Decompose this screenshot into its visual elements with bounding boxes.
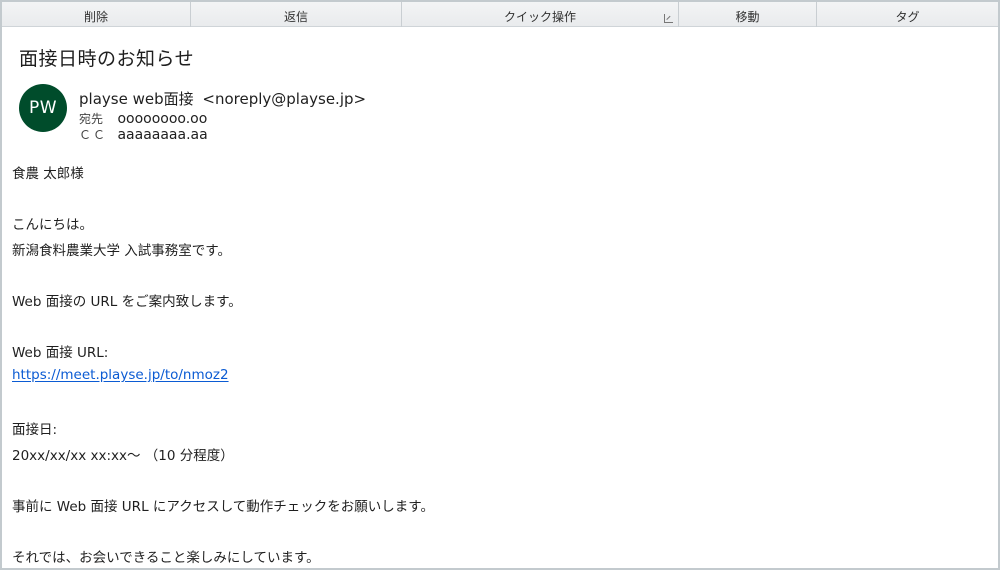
body-request: 事前に Web 面接 URL にアクセスして動作チェックをお願いします。 bbox=[12, 499, 434, 515]
body-intro: 新潟食料農業大学 入試事務室です。 bbox=[12, 243, 231, 259]
body-url-line: https://meet.playse.jp/to/nmoz2 bbox=[12, 367, 229, 383]
ribbon-group-quick-steps-label: クイック操作 bbox=[503, 10, 576, 24]
cc-label: ＣＣ bbox=[79, 128, 108, 142]
ribbon-group-move[interactable]: 移動 bbox=[679, 2, 817, 27]
ribbon-group-tags-label: タグ bbox=[895, 10, 920, 24]
body-date-value: 20xx/xx/xx xx:xx〜 （10 分程度） bbox=[12, 448, 234, 464]
body-closing: それでは、お会いできること楽しみにしています。 bbox=[12, 550, 320, 566]
recipient-row: 宛先 oooooooo.oo bbox=[79, 110, 207, 127]
email-subject: 面接日時のお知らせ bbox=[19, 48, 195, 70]
body-announce: Web 面接の URL をご案内致します。 bbox=[12, 294, 242, 310]
body-hello: こんにちは。 bbox=[12, 217, 93, 233]
mail-window: 削除 返信 クイック操作 移動 タグ 面接日時のお知らせ PW playse w… bbox=[0, 0, 1000, 570]
sender-line[interactable]: playse web面接 <noreply@playse.jp> bbox=[79, 88, 366, 109]
body-url-label: Web 面接 URL: bbox=[12, 345, 109, 361]
ribbon-group-labels: 削除 返信 クイック操作 移動 タグ bbox=[2, 2, 998, 27]
to-label: 宛先 bbox=[79, 112, 104, 126]
ribbon-group-tags[interactable]: タグ bbox=[817, 2, 998, 27]
meeting-url-link[interactable]: https://meet.playse.jp/to/nmoz2 bbox=[12, 367, 229, 383]
dialog-launcher-icon[interactable] bbox=[664, 14, 673, 23]
ribbon-group-reply[interactable]: 返信 bbox=[191, 2, 402, 27]
sender-name: playse web面接 bbox=[79, 90, 194, 108]
ribbon-group-delete-label: 削除 bbox=[83, 10, 108, 24]
ribbon-group-quick-steps[interactable]: クイック操作 bbox=[402, 2, 679, 27]
ribbon-group-move-label: 移動 bbox=[735, 10, 760, 24]
ribbon-group-reply-label: 返信 bbox=[283, 10, 308, 24]
sender-avatar[interactable]: PW bbox=[19, 84, 67, 132]
to-recipient[interactable]: oooooooo.oo bbox=[117, 111, 207, 127]
cc-recipient[interactable]: aaaaaaaa.aa bbox=[117, 127, 207, 143]
avatar-initials: PW bbox=[28, 98, 58, 118]
reading-pane: 面接日時のお知らせ PW playse web面接 <noreply@plays… bbox=[2, 28, 998, 568]
sender-address: <noreply@playse.jp> bbox=[202, 90, 367, 108]
body-date-label: 面接日: bbox=[12, 422, 58, 438]
ribbon-group-delete[interactable]: 削除 bbox=[2, 2, 191, 27]
body-greeting-name: 食農 太郎様 bbox=[12, 166, 84, 182]
cc-row: ＣＣ aaaaaaaa.aa bbox=[79, 126, 208, 143]
